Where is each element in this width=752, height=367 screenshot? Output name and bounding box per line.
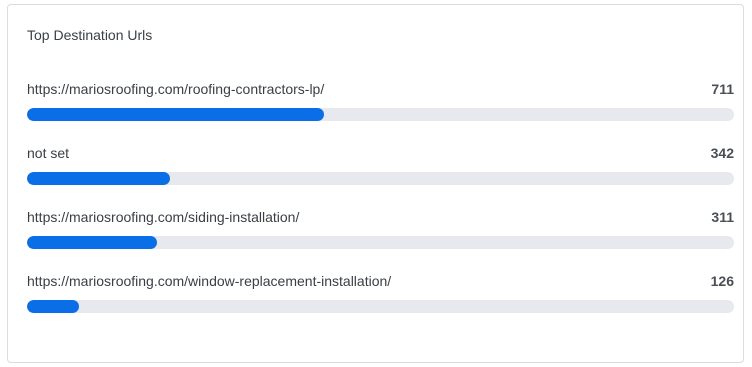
destination-list: https://mariosroofing.com/roofing-contra… xyxy=(27,81,734,337)
url-label: https://mariosroofing.com/window-replace… xyxy=(27,273,392,289)
progress-fill xyxy=(27,108,324,121)
progress-track xyxy=(27,300,734,313)
top-destination-urls-card: Top Destination Urls https://mariosroofi… xyxy=(7,4,744,363)
list-item: https://mariosroofing.com/window-replace… xyxy=(27,273,734,337)
progress-fill xyxy=(27,236,158,249)
list-item: https://mariosroofing.com/siding-install… xyxy=(27,209,734,273)
list-item: not set 342 xyxy=(27,145,734,209)
progress-fill xyxy=(27,172,171,185)
count-value: 311 xyxy=(711,209,734,225)
url-label: https://mariosroofing.com/roofing-contra… xyxy=(27,81,325,97)
url-label: https://mariosroofing.com/siding-install… xyxy=(27,209,300,225)
progress-fill xyxy=(27,300,80,313)
list-item: https://mariosroofing.com/roofing-contra… xyxy=(27,81,734,145)
count-value: 711 xyxy=(711,81,734,97)
card-title: Top Destination Urls xyxy=(27,27,153,43)
count-value: 342 xyxy=(710,145,734,161)
count-value: 126 xyxy=(710,273,734,289)
progress-track xyxy=(27,236,734,249)
url-label: not set xyxy=(27,145,70,161)
progress-track xyxy=(27,108,734,121)
progress-track xyxy=(27,172,734,185)
